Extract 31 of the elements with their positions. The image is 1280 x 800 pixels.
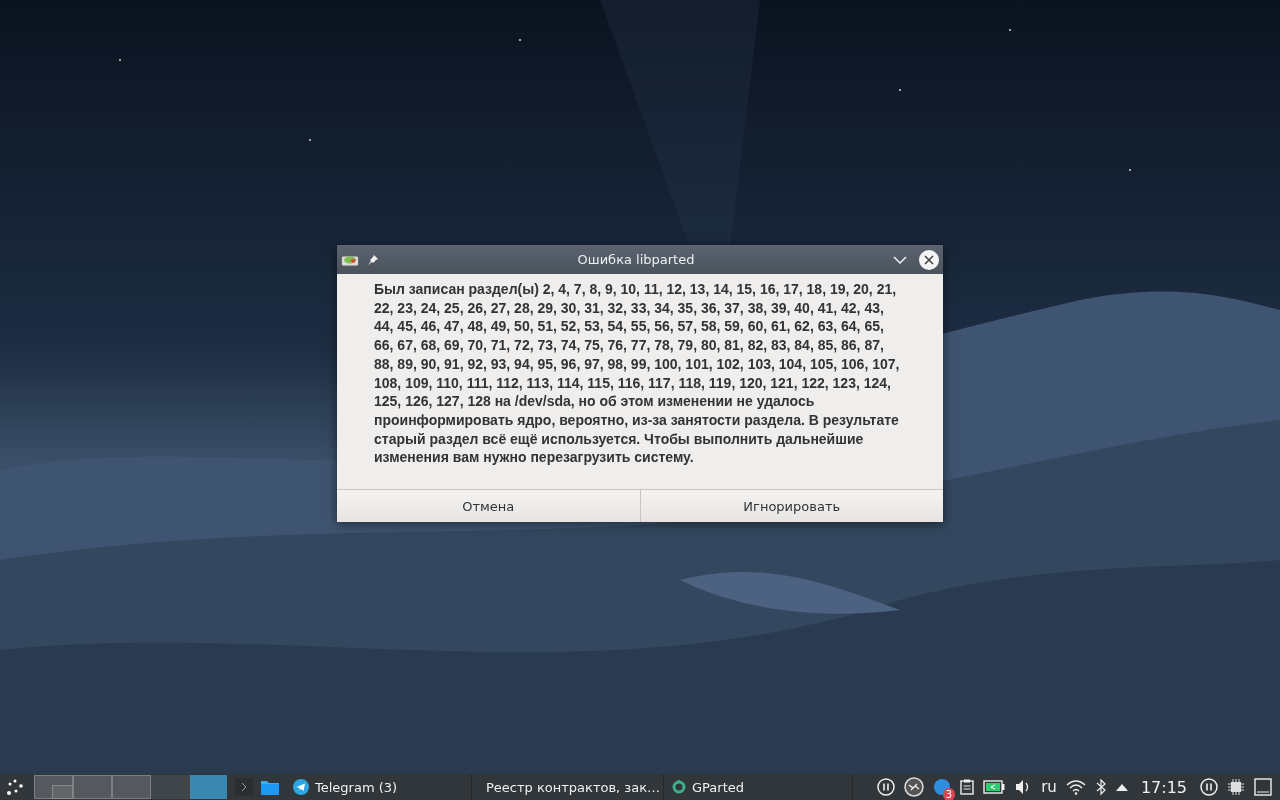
window-thumbnail xyxy=(52,785,73,799)
chip-icon[interactable] xyxy=(1227,778,1245,796)
ignore-button[interactable]: Игнорировать xyxy=(640,490,943,523)
pause-icon[interactable] xyxy=(1200,778,1218,796)
pause-icon[interactable] xyxy=(877,778,896,796)
desktop-pager-cell[interactable] xyxy=(112,775,151,799)
battery-icon[interactable] xyxy=(983,780,1006,794)
terminal-icon[interactable] xyxy=(235,778,253,796)
error-message: Был записан раздел(ы) 2, 4, 7, 8, 9, 10, 11, 12, 13, 14, 15, 16, 17, 18, 19, 20, 21, 22, 23, 24, 25, 26, 27, 28, 29, 30, 31, 32, 33, 34, 35, 36, 37, 38, 39, 40, 41, 42, 43, 44, 45, 46, 47, 48, 49, 50, 51, 52, 53, 54, 55, 56, 57, 58, 59, 60, 61, 62, 63, 64, 65, 66, 67, 68, 69, 70, 71, 72, 73, 74, 75, 76, 77, 78, 79, 80, 81, 82, 83, 84, 85, 86, 87, 88, 89, 90, 91, 92, 93, 94, 95, 96, 97, 98, 99, 100, 101, 102, 103, 104, 105, 106, 107, 108, 109, 110, 111, 112, 113, 114, 115, 116, 117, 118, 119, 120, 121, 122, 123, 124, 125, 126, 127, 128 на /dev/sda, но об этом изменении не удалось проинформировать ядро, вероятно, из-за занятости раздела. В результате старый раздел всё ещё используется. Чтобы выполнить дальнейшие изменения вам нужно перезагрузить систему. xyxy=(374,280,901,468)
keyboard-layout[interactable]: ru xyxy=(1041,778,1057,796)
taskbar-task[interactable]: Реестр контрактов, зак… xyxy=(472,774,664,800)
paper-plane-icon xyxy=(293,779,309,795)
wifi-icon[interactable] xyxy=(1065,779,1086,795)
ring-icon xyxy=(672,780,686,794)
expand-icon[interactable] xyxy=(1115,783,1128,791)
close-icon[interactable] xyxy=(919,249,939,270)
cancel-button[interactable]: Отмена xyxy=(337,490,641,523)
desktop-pager-cell[interactable] xyxy=(34,775,73,799)
activity-switcher[interactable] xyxy=(190,775,227,799)
clock[interactable]: 17:15 xyxy=(1140,777,1187,797)
bluetooth-icon[interactable] xyxy=(1094,778,1107,796)
taskbar-task[interactable]: Telegram (3) xyxy=(285,774,472,800)
window-title: Ошибка libparted xyxy=(576,252,696,267)
folder-icon[interactable] xyxy=(261,779,279,795)
launcher-icon[interactable] xyxy=(6,778,26,796)
minimize-icon[interactable] xyxy=(893,255,907,264)
pin-icon[interactable] xyxy=(367,253,379,266)
taskbar-task[interactable]: GParted xyxy=(664,774,853,800)
show-desktop-icon[interactable] xyxy=(1254,778,1272,796)
clipboard-icon[interactable] xyxy=(960,779,975,795)
desktop-pager-cell[interactable] xyxy=(73,775,112,799)
